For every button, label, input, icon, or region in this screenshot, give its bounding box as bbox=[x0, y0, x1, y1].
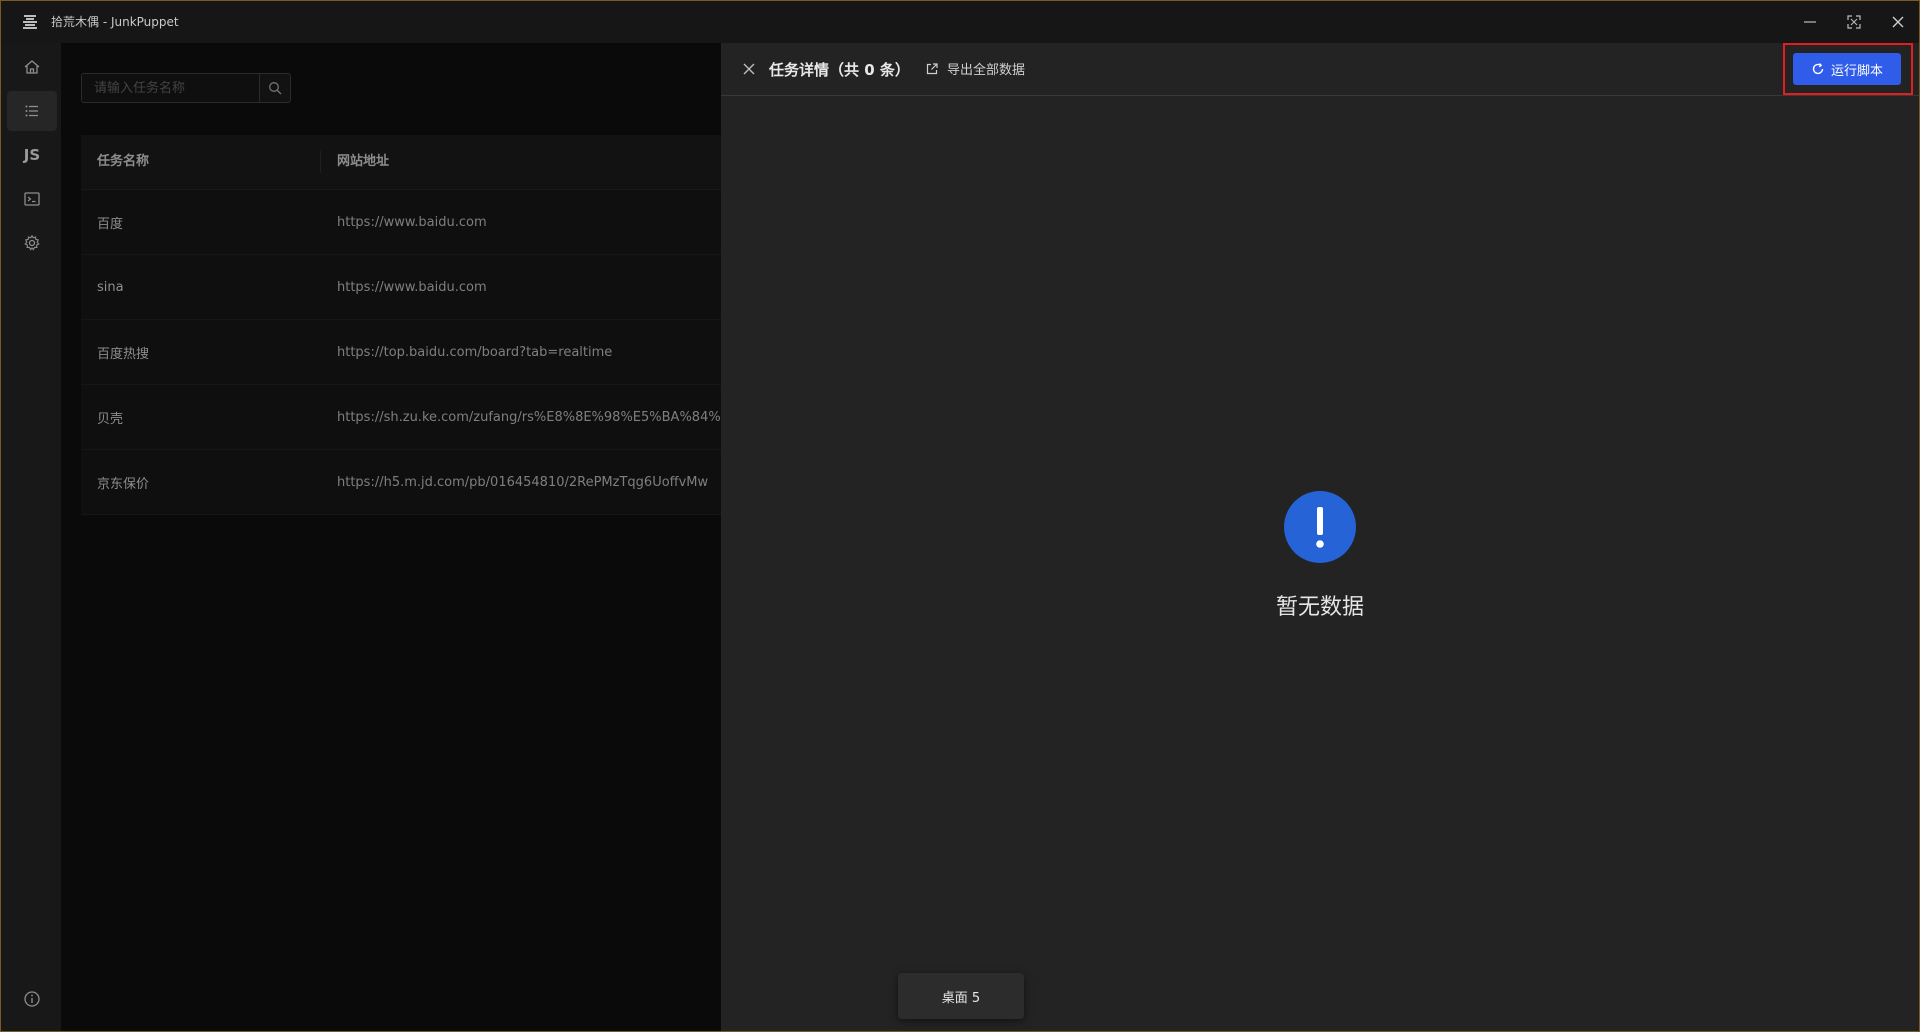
list-icon bbox=[25, 105, 38, 117]
table-row[interactable]: 百度 https://www.baidu.com bbox=[81, 190, 721, 255]
empty-state: 暂无数据 bbox=[721, 491, 1919, 621]
task-name-cell: 贝壳 bbox=[97, 411, 124, 427]
export-all-label: 导出全部数据 bbox=[947, 63, 1026, 78]
task-url-cell: https://top.baidu.com/board?tab=realtime bbox=[337, 344, 613, 360]
exclamation-icon bbox=[1284, 491, 1356, 563]
sidebar-item-home[interactable] bbox=[7, 47, 57, 87]
column-header-task-name: 任务名称 bbox=[81, 151, 321, 173]
search-box bbox=[81, 73, 259, 103]
refresh-icon bbox=[1812, 63, 1824, 75]
maximize-icon bbox=[1847, 15, 1861, 29]
close-icon bbox=[743, 63, 755, 75]
minimize-button[interactable] bbox=[1795, 9, 1825, 35]
search-input[interactable] bbox=[82, 74, 259, 102]
external-link-icon bbox=[926, 62, 938, 74]
table-row[interactable]: sina https://www.baidu.com bbox=[81, 255, 721, 320]
app-logo-icon bbox=[23, 15, 37, 29]
task-list-panel: 任务名称 网站地址 百度 https://www.baidu.com sina … bbox=[61, 43, 721, 1031]
title-bar: 拾荒木偶 - JunkPuppet bbox=[1, 1, 1919, 43]
task-name-cell: 百度 bbox=[97, 216, 124, 232]
export-all-button[interactable]: 导出全部数据 bbox=[925, 59, 1025, 78]
sidebar: JS bbox=[1, 43, 61, 1031]
sidebar-item-about[interactable] bbox=[7, 979, 57, 1019]
search-icon bbox=[269, 82, 282, 95]
app-window: 拾荒木偶 - JunkPuppet JS 请输入任务名称 任务名称 网站地址 百… bbox=[0, 0, 1920, 1032]
window-title: 拾荒木偶 - JunkPuppet bbox=[51, 15, 179, 29]
task-url-cell: https://www.baidu.com bbox=[337, 214, 487, 230]
task-name-cell: 京东保价 bbox=[97, 476, 150, 492]
maximize-button[interactable] bbox=[1839, 9, 1869, 35]
task-name-cell: sina bbox=[97, 279, 124, 295]
table-row[interactable]: 贝壳 https://sh.zu.ke.com/zufang/rs%E8%8E%… bbox=[81, 385, 721, 450]
sidebar-item-js[interactable]: JS bbox=[7, 135, 57, 175]
task-url-cell: https://h5.m.jd.com/pb/016454810/2RePMzT… bbox=[337, 474, 709, 490]
search-button[interactable] bbox=[259, 73, 291, 103]
table-header: 任务名称 网站地址 bbox=[81, 135, 721, 190]
task-name-cell: 百度热搜 bbox=[97, 346, 150, 362]
table-row[interactable]: 京东保价 https://h5.m.jd.com/pb/016454810/2R… bbox=[81, 450, 721, 515]
run-script-label: 运行脚本 bbox=[1830, 63, 1883, 79]
task-url-cell: https://sh.zu.ke.com/zufang/rs%E8%8E%98%… bbox=[337, 409, 721, 425]
close-icon bbox=[1892, 16, 1904, 28]
close-drawer-button[interactable] bbox=[739, 59, 759, 79]
task-detail-drawer: 任务详情（共 0 条） 导出全部数据 运行脚本 暂无数据 bbox=[721, 43, 1919, 1031]
home-icon bbox=[24, 60, 40, 74]
toast-text: 桌面 5 bbox=[941, 990, 981, 1006]
run-script-button[interactable]: 运行脚本 bbox=[1793, 53, 1901, 85]
table-row[interactable]: 百度热搜 https://top.baidu.com/board?tab=rea… bbox=[81, 320, 721, 385]
column-header-url: 网站地址 bbox=[337, 154, 390, 169]
info-icon bbox=[24, 991, 40, 1007]
sidebar-item-terminal[interactable] bbox=[7, 179, 57, 219]
task-table: 任务名称 网站地址 百度 https://www.baidu.com sina … bbox=[81, 135, 721, 515]
gear-icon bbox=[24, 234, 40, 251]
js-label: JS bbox=[23, 146, 41, 164]
drawer-title: 任务详情（共 0 条） bbox=[769, 61, 910, 79]
minimize-icon bbox=[1804, 21, 1816, 23]
close-window-button[interactable] bbox=[1883, 9, 1913, 35]
task-url-cell: https://www.baidu.com bbox=[337, 279, 487, 295]
desktop-toast: 桌面 5 bbox=[898, 973, 1024, 1019]
drawer-header: 任务详情（共 0 条） 导出全部数据 运行脚本 bbox=[721, 43, 1919, 96]
sidebar-item-settings[interactable] bbox=[7, 223, 57, 263]
sidebar-item-task-list[interactable] bbox=[7, 91, 57, 131]
terminal-icon bbox=[24, 192, 40, 206]
empty-state-text: 暂无数据 bbox=[1275, 595, 1364, 620]
